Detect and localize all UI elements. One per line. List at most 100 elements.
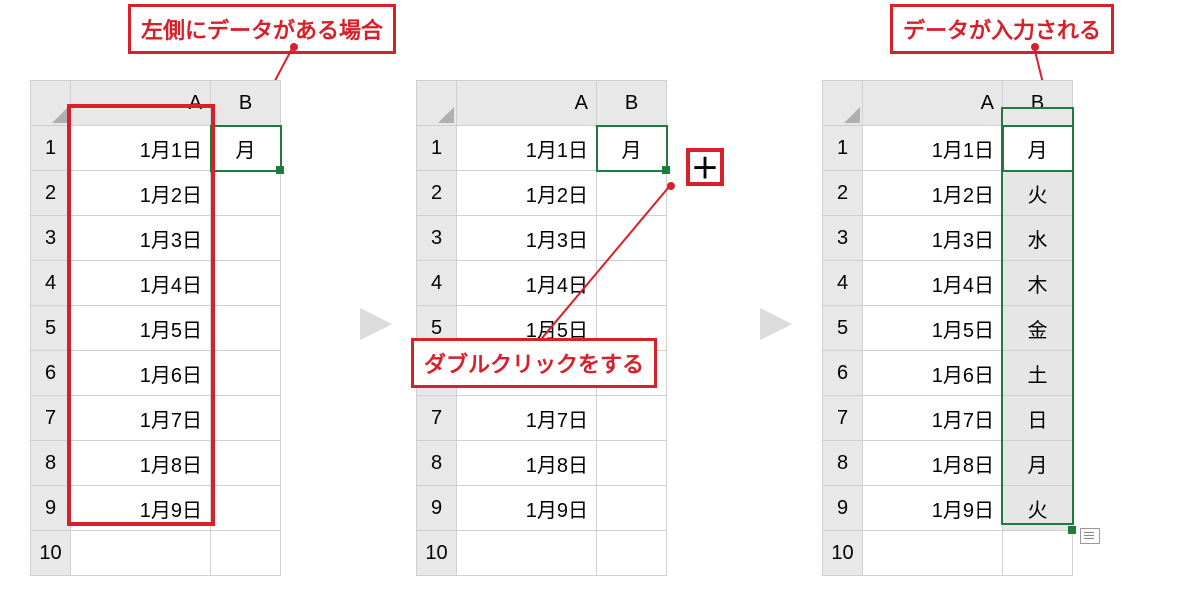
autofill-options-button[interactable] bbox=[1080, 528, 1100, 544]
row-header-8[interactable]: 8 bbox=[823, 441, 863, 486]
cell-A3[interactable]: 1月3日 bbox=[863, 216, 1003, 261]
row-header-9[interactable]: 9 bbox=[31, 486, 71, 531]
row-header-10[interactable]: 10 bbox=[823, 531, 863, 576]
cell-A5[interactable]: 1月5日 bbox=[71, 306, 211, 351]
row-header-4[interactable]: 4 bbox=[823, 261, 863, 306]
cell-A3[interactable]: 1月3日 bbox=[71, 216, 211, 261]
row-header-1[interactable]: 1 bbox=[31, 126, 71, 171]
cell-A9[interactable]: 1月9日 bbox=[457, 486, 597, 531]
select-all-corner[interactable] bbox=[31, 81, 71, 126]
cell-B4[interactable]: 木 bbox=[1003, 261, 1073, 306]
cell-A2[interactable]: 1月2日 bbox=[863, 171, 1003, 216]
row-header-10[interactable]: 10 bbox=[31, 531, 71, 576]
row-header-8[interactable]: 8 bbox=[31, 441, 71, 486]
cell-A1[interactable]: 1月1日 bbox=[863, 126, 1003, 171]
arrow-icon: ▶ bbox=[360, 300, 392, 342]
cell-A1[interactable]: 1月1日 bbox=[457, 126, 597, 171]
row-header-1[interactable]: 1 bbox=[823, 126, 863, 171]
row-header-1[interactable]: 1 bbox=[417, 126, 457, 171]
cell-A9[interactable]: 1月9日 bbox=[863, 486, 1003, 531]
cell-B1[interactable]: 月 bbox=[597, 126, 667, 171]
cell-B1[interactable]: 月 bbox=[1003, 126, 1073, 171]
cell-A8[interactable]: 1月8日 bbox=[863, 441, 1003, 486]
cell-A2[interactable]: 1月2日 bbox=[71, 171, 211, 216]
cell-B5[interactable]: 金 bbox=[1003, 306, 1073, 351]
cell-A8[interactable]: 1月8日 bbox=[457, 441, 597, 486]
cell-B6[interactable] bbox=[211, 351, 281, 396]
row-header-6[interactable]: 6 bbox=[823, 351, 863, 396]
fill-handle[interactable] bbox=[1068, 526, 1076, 534]
cell-B9[interactable]: 火 bbox=[1003, 486, 1073, 531]
cell-A3[interactable]: 1月3日 bbox=[457, 216, 597, 261]
col-header-B[interactable]: B bbox=[211, 81, 281, 126]
cell-A7[interactable]: 1月7日 bbox=[457, 396, 597, 441]
row-header-5[interactable]: 5 bbox=[31, 306, 71, 351]
spreadsheet-2[interactable]: A B 11月1日月 21月2日 31月3日 41月4日 51月5日 61月6日… bbox=[416, 80, 667, 576]
cell-A7[interactable]: 1月7日 bbox=[71, 396, 211, 441]
row-header-3[interactable]: 3 bbox=[31, 216, 71, 261]
cell-A5[interactable]: 1月5日 bbox=[863, 306, 1003, 351]
cell-B8[interactable] bbox=[211, 441, 281, 486]
cell-A6[interactable]: 1月6日 bbox=[863, 351, 1003, 396]
cell-A8[interactable]: 1月8日 bbox=[71, 441, 211, 486]
row-header-8[interactable]: 8 bbox=[417, 441, 457, 486]
cell-B7[interactable]: 日 bbox=[1003, 396, 1073, 441]
cell-A9[interactable]: 1月9日 bbox=[71, 486, 211, 531]
row-header-7[interactable]: 7 bbox=[31, 396, 71, 441]
cell-B1[interactable]: 月 bbox=[211, 126, 281, 171]
select-all-corner[interactable] bbox=[417, 81, 457, 126]
row-header-7[interactable]: 7 bbox=[823, 396, 863, 441]
cell-B7[interactable] bbox=[211, 396, 281, 441]
cell-B8[interactable] bbox=[597, 441, 667, 486]
fill-handle[interactable] bbox=[662, 166, 670, 174]
fill-handle[interactable] bbox=[276, 166, 284, 174]
cell-A10[interactable] bbox=[457, 531, 597, 576]
cell-B7[interactable] bbox=[597, 396, 667, 441]
select-all-corner[interactable] bbox=[823, 81, 863, 126]
cell-B3[interactable] bbox=[597, 216, 667, 261]
cell-B3[interactable] bbox=[211, 216, 281, 261]
cell-B6[interactable]: 土 bbox=[1003, 351, 1073, 396]
cell-B2[interactable]: 火 bbox=[1003, 171, 1073, 216]
cell-B2[interactable] bbox=[597, 171, 667, 216]
col-header-B[interactable]: B bbox=[1003, 81, 1073, 126]
col-header-A[interactable]: A bbox=[457, 81, 597, 126]
row-header-5[interactable]: 5 bbox=[823, 306, 863, 351]
cell-B2[interactable] bbox=[211, 171, 281, 216]
col-header-A[interactable]: A bbox=[71, 81, 211, 126]
cell-A4[interactable]: 1月4日 bbox=[863, 261, 1003, 306]
cell-B4[interactable] bbox=[597, 261, 667, 306]
row-header-4[interactable]: 4 bbox=[31, 261, 71, 306]
row-header-9[interactable]: 9 bbox=[417, 486, 457, 531]
cell-B10[interactable] bbox=[597, 531, 667, 576]
cell-B9[interactable] bbox=[211, 486, 281, 531]
col-header-B[interactable]: B bbox=[597, 81, 667, 126]
col-header-A[interactable]: A bbox=[863, 81, 1003, 126]
cell-A1[interactable]: 1月1日 bbox=[71, 126, 211, 171]
row-header-4[interactable]: 4 bbox=[417, 261, 457, 306]
row-header-7[interactable]: 7 bbox=[417, 396, 457, 441]
row-header-6[interactable]: 6 bbox=[31, 351, 71, 396]
cell-B9[interactable] bbox=[597, 486, 667, 531]
row-header-2[interactable]: 2 bbox=[417, 171, 457, 216]
cell-B8[interactable]: 月 bbox=[1003, 441, 1073, 486]
cell-A7[interactable]: 1月7日 bbox=[863, 396, 1003, 441]
row-header-2[interactable]: 2 bbox=[823, 171, 863, 216]
cell-B10[interactable] bbox=[1003, 531, 1073, 576]
cell-A4[interactable]: 1月4日 bbox=[71, 261, 211, 306]
row-header-3[interactable]: 3 bbox=[417, 216, 457, 261]
spreadsheet-3[interactable]: A B 11月1日月 21月2日火 31月3日水 41月4日木 51月5日金 6… bbox=[822, 80, 1073, 576]
row-header-2[interactable]: 2 bbox=[31, 171, 71, 216]
cell-B3[interactable]: 水 bbox=[1003, 216, 1073, 261]
row-header-10[interactable]: 10 bbox=[417, 531, 457, 576]
row-header-9[interactable]: 9 bbox=[823, 486, 863, 531]
cell-A6[interactable]: 1月6日 bbox=[71, 351, 211, 396]
cell-A10[interactable] bbox=[863, 531, 1003, 576]
cell-A2[interactable]: 1月2日 bbox=[457, 171, 597, 216]
row-header-3[interactable]: 3 bbox=[823, 216, 863, 261]
cell-B4[interactable] bbox=[211, 261, 281, 306]
cell-B5[interactable] bbox=[211, 306, 281, 351]
cell-B10[interactable] bbox=[211, 531, 281, 576]
cell-A10[interactable] bbox=[71, 531, 211, 576]
spreadsheet-1[interactable]: A B 11月1日月 21月2日 31月3日 41月4日 51月5日 61月6日… bbox=[30, 80, 281, 576]
